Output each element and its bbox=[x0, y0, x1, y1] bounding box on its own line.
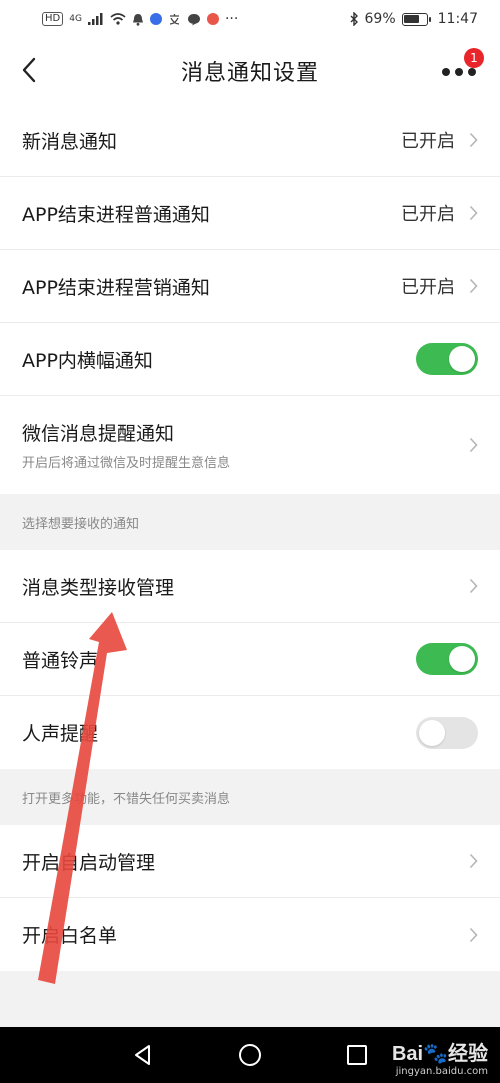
status-bar: HD 4G ··· 69% 11:47 bbox=[0, 0, 500, 38]
row-sublabel: 开启后将通过微信及时提醒生意信息 bbox=[22, 456, 231, 471]
notification-type-group: 消息类型接收管理 普通铃声 人声提醒 bbox=[0, 550, 500, 769]
page-title: 消息通知设置 bbox=[180, 61, 319, 86]
toggle-knob bbox=[449, 646, 475, 672]
hd-indicator: HD bbox=[42, 12, 64, 26]
more-features-group: 开启自启动管理 开启白名单 bbox=[0, 825, 500, 971]
app-notification-icon bbox=[206, 13, 219, 25]
chevron-right-icon bbox=[469, 853, 478, 869]
chevron-right-icon bbox=[469, 205, 478, 221]
nav-bar: 消息通知设置 1 bbox=[0, 38, 500, 104]
square-recents-icon bbox=[346, 1045, 367, 1065]
watermark-logo: Bai🐾经验 bbox=[391, 1043, 488, 1065]
battery-percent: 69% bbox=[364, 11, 396, 27]
row-right: 已开启 bbox=[401, 200, 478, 226]
music-app-icon bbox=[149, 13, 162, 25]
clock: 11:47 bbox=[437, 11, 478, 27]
wechat-reminder-notification-row[interactable]: 微信消息提醒通知 开启后将通过微信及时提醒生意信息 bbox=[0, 396, 500, 494]
row-label: 开启自启动管理 bbox=[22, 851, 156, 874]
row-label: 人声提醒 bbox=[22, 723, 99, 745]
watermark-url: jingyan.baidu.com bbox=[395, 1066, 488, 1077]
bluetooth-icon bbox=[350, 12, 358, 26]
row-label: APP结束进程营销通知 bbox=[22, 276, 210, 299]
status-value: 已开启 bbox=[401, 277, 455, 298]
row-right: 已开启 bbox=[401, 127, 478, 153]
app-exit-normal-notification-row[interactable]: APP结束进程普通通知 已开启 bbox=[0, 177, 500, 250]
row-label: 普通铃声 bbox=[22, 649, 99, 672]
more-options-button[interactable]: 1 bbox=[440, 48, 484, 84]
section-header-receive: 选择想要接收的通知 bbox=[0, 494, 500, 550]
new-message-notification-row[interactable]: 新消息通知 已开启 bbox=[0, 104, 500, 177]
baidu-jingyan-watermark: Bai🐾经验 jingyan.baidu.com bbox=[392, 1037, 488, 1077]
chevron-right-icon bbox=[469, 578, 478, 594]
message-type-management-row[interactable]: 消息类型接收管理 bbox=[0, 550, 500, 623]
battery-level-fill bbox=[404, 15, 419, 23]
auto-start-management-row[interactable]: 开启自启动管理 bbox=[0, 825, 500, 898]
chevron-right-icon bbox=[469, 278, 478, 294]
app-exit-marketing-notification-row[interactable]: APP结束进程营销通知 已开启 bbox=[0, 250, 500, 323]
system-back-button[interactable] bbox=[129, 1041, 157, 1069]
more-notifications-indicator: ··· bbox=[224, 11, 239, 27]
signal-icon bbox=[87, 13, 103, 25]
status-left: HD 4G ··· bbox=[42, 11, 238, 27]
notification-settings-group: 新消息通知 已开启 APP结束进程普通通知 已开启 APP结束进程营销通知 已开… bbox=[0, 104, 500, 494]
status-value: 已开启 bbox=[401, 204, 455, 225]
row-label: APP结束进程普通通知 bbox=[22, 203, 210, 226]
chat-bubble-icon bbox=[187, 13, 200, 25]
bell-icon bbox=[132, 13, 143, 26]
chevron-right-icon bbox=[469, 437, 478, 453]
row-label: 消息类型接收管理 bbox=[22, 576, 175, 599]
banner-notification-toggle[interactable] bbox=[416, 343, 478, 375]
row-label: 新消息通知 bbox=[22, 130, 118, 153]
status-value: 已开启 bbox=[401, 131, 455, 152]
status-right: 69% 11:47 bbox=[349, 11, 478, 27]
toggle-knob bbox=[449, 346, 475, 372]
wifi-icon bbox=[110, 13, 126, 25]
row-label: 开启白名单 bbox=[22, 925, 118, 947]
row-label: 微信消息提醒通知 bbox=[22, 423, 175, 445]
network-gen-label: 4G bbox=[69, 14, 82, 24]
notification-badge: 1 bbox=[464, 48, 484, 68]
normal-ringtone-toggle[interactable] bbox=[416, 643, 478, 675]
toggle-knob bbox=[419, 719, 445, 746]
whitelist-row[interactable]: 开启白名单 bbox=[0, 898, 500, 971]
system-home-button[interactable] bbox=[236, 1041, 264, 1069]
chevron-right-icon bbox=[469, 132, 478, 148]
circle-home-icon bbox=[238, 1044, 261, 1066]
normal-ringtone-row: 普通铃声 bbox=[0, 623, 500, 696]
section-header-more-features: 打开更多功能，不错失任何买卖消息 bbox=[0, 769, 500, 825]
row-label: APP内横幅通知 bbox=[22, 349, 153, 372]
translate-icon bbox=[169, 13, 179, 25]
in-app-banner-notification-row: APP内横幅通知 bbox=[0, 323, 500, 396]
system-recents-button[interactable] bbox=[343, 1041, 371, 1069]
more-dots-icon bbox=[442, 68, 476, 76]
row-text: 微信消息提醒通知 开启后将通过微信及时提醒生意信息 bbox=[22, 419, 230, 471]
chevron-right-icon bbox=[469, 927, 478, 942]
battery-icon bbox=[401, 12, 431, 26]
back-button[interactable] bbox=[14, 55, 44, 85]
chevron-left-icon bbox=[22, 57, 36, 83]
triangle-back-icon bbox=[135, 1045, 151, 1065]
voice-reminder-row: 人声提醒 bbox=[0, 696, 500, 769]
row-right: 已开启 bbox=[401, 273, 478, 299]
voice-reminder-toggle[interactable] bbox=[416, 716, 478, 749]
